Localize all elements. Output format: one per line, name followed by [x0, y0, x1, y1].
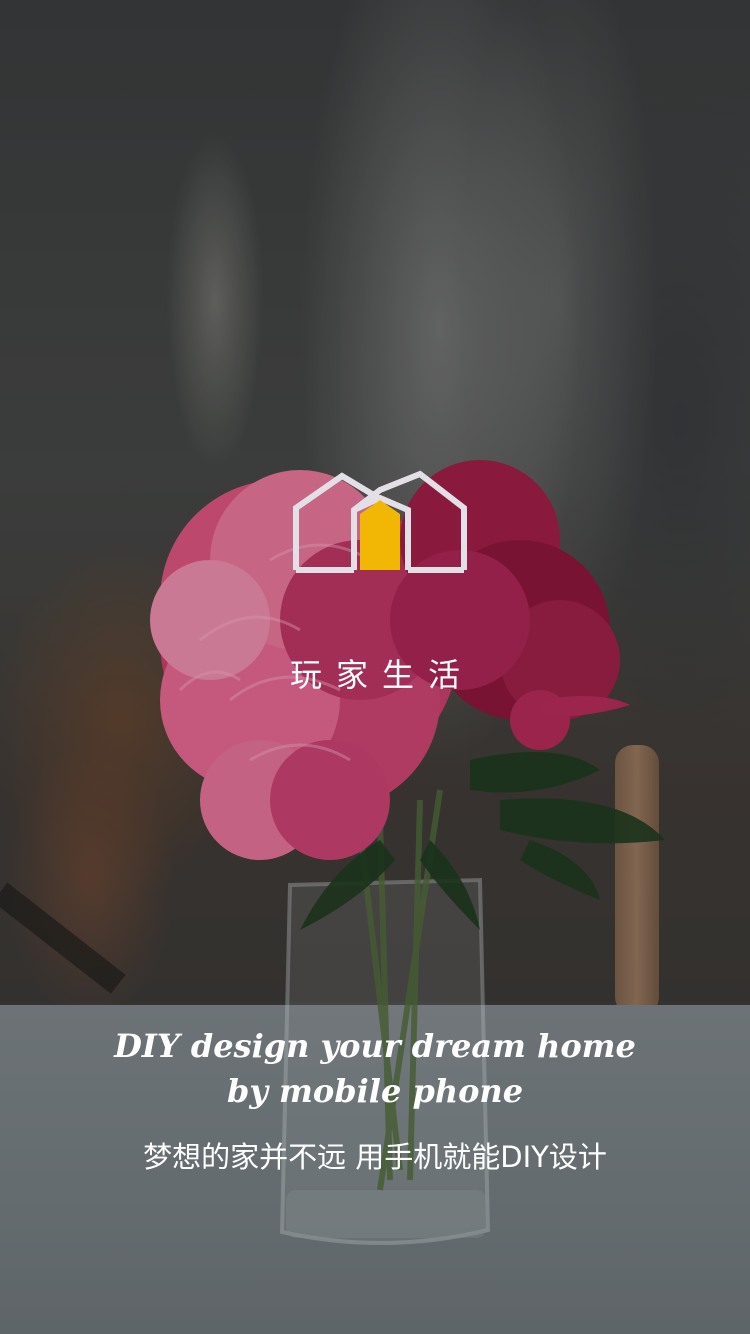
- brand-name: 玩家生活: [289, 656, 474, 694]
- tagline-english: DIY design your dream home by mobile pho…: [114, 1027, 636, 1110]
- tagline-chinese: 梦想的家并不远 用手机就能DIY设计: [143, 1140, 607, 1174]
- splash-screen: 玩家生活 DIY design your dream home by mobil…: [0, 0, 750, 1334]
- twin-house-icon: [293, 470, 467, 573]
